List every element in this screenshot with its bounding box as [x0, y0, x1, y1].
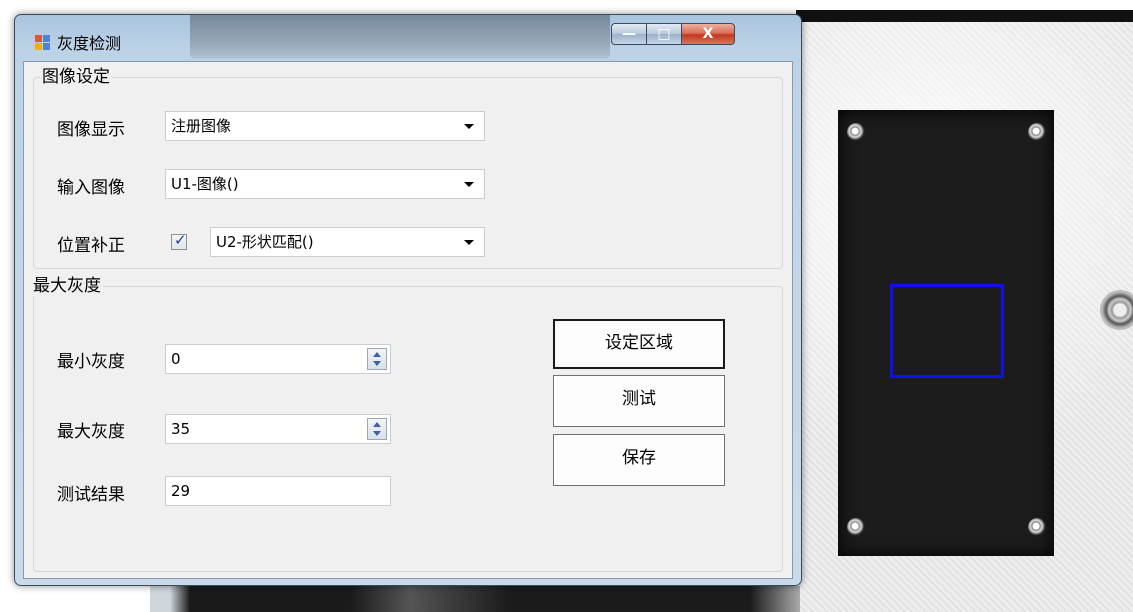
min-gray-value: 0	[171, 350, 181, 368]
input-image-value: U1-图像()	[171, 175, 239, 193]
position-correction-checkbox[interactable]: ✓	[171, 231, 187, 250]
set-region-button[interactable]: 设定区域	[553, 319, 725, 369]
chevron-down-icon	[464, 182, 474, 187]
title-bar-glass	[190, 15, 610, 59]
camera-image-top-edge	[796, 10, 1133, 22]
title-bar[interactable]: 灰度检测 — □ X	[15, 15, 801, 59]
minimize-button[interactable]: —	[611, 23, 647, 45]
chevron-down-icon	[464, 240, 474, 245]
spin-down-icon	[373, 431, 381, 436]
window-title: 灰度检测	[57, 34, 122, 53]
screw	[1028, 123, 1046, 141]
spin-up-icon	[373, 352, 381, 357]
screw	[847, 518, 865, 536]
region-of-interest-box[interactable]	[890, 284, 1004, 378]
spin-down-icon	[373, 361, 381, 366]
max-gray-spinner[interactable]	[367, 418, 387, 440]
min-gray-spinner[interactable]	[367, 348, 387, 370]
image-display-value: 注册图像	[171, 117, 232, 135]
position-correction-label: 位置补正	[57, 236, 125, 256]
max-gray-legend: 最大灰度	[31, 271, 103, 296]
image-display-select[interactable]: 注册图像	[165, 111, 485, 141]
image-settings-group: 图像设定 图像显示 注册图像 输入图像 U1-图像() 位置补正 ✓ U2-形状…	[33, 62, 783, 269]
save-button[interactable]: 保存	[553, 434, 725, 486]
min-gray-label: 最小灰度	[57, 352, 125, 372]
maximize-button[interactable]: □	[646, 23, 682, 45]
gray-detection-window: 灰度检测 — □ X 图像设定 图像显示 注册图像 输入图像 U1-图像() 位…	[14, 14, 802, 586]
image-display-label: 图像显示	[57, 120, 125, 140]
input-image-label: 输入图像	[57, 178, 125, 198]
input-image-select[interactable]: U1-图像()	[165, 169, 485, 199]
test-result-label: 测试结果	[57, 485, 125, 505]
background-strip	[150, 586, 800, 612]
knob	[1100, 290, 1133, 330]
window-client-area: 图像设定 图像显示 注册图像 输入图像 U1-图像() 位置补正 ✓ U2-形状…	[23, 61, 793, 579]
app-icon	[35, 35, 51, 51]
screw	[1028, 518, 1046, 536]
spin-up-icon	[373, 422, 381, 427]
screw	[847, 123, 865, 141]
chevron-down-icon	[464, 124, 474, 129]
checkmark-icon: ✓	[174, 231, 187, 249]
position-correction-select[interactable]: U2-形状匹配()	[210, 227, 485, 257]
max-gray-label: 最大灰度	[57, 422, 125, 442]
max-gray-input[interactable]: 35	[165, 414, 391, 444]
max-gray-value: 35	[171, 420, 191, 438]
max-gray-group: 最大灰度 最小灰度 0 最大灰度 35 测试结果 29 设定区域 测试 保存	[31, 271, 783, 572]
close-button[interactable]: X	[681, 23, 735, 45]
test-button[interactable]: 测试	[553, 375, 725, 427]
test-result-value: 29	[171, 482, 191, 500]
test-result-field: 29	[165, 476, 391, 506]
image-settings-legend: 图像设定	[40, 62, 112, 87]
position-correction-value: U2-形状匹配()	[216, 233, 314, 251]
min-gray-input[interactable]: 0	[165, 344, 391, 374]
